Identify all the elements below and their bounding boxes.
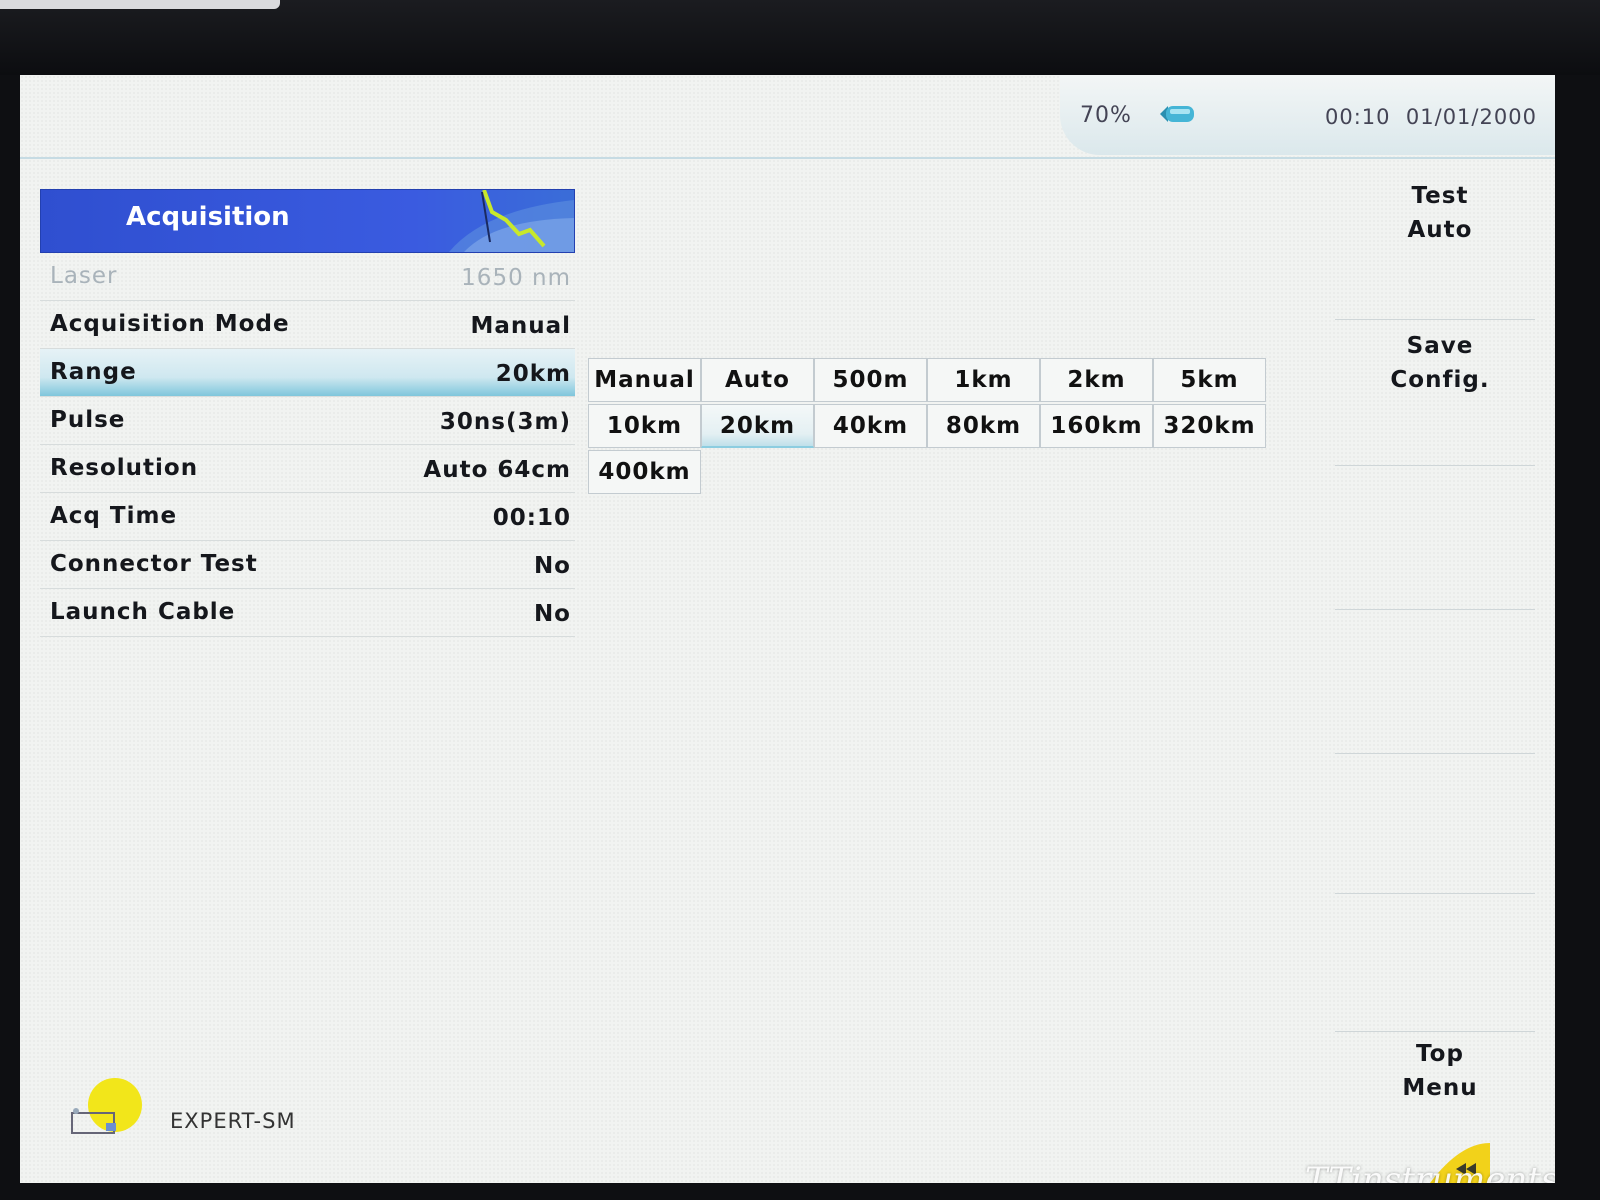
save-config-softkey[interactable]: Save Config. [1335,329,1545,397]
param-value: 1650 nm [461,265,571,291]
softkey-divider [1335,1031,1535,1032]
softkey-column: Test Auto Save Config. Top Menu [1335,157,1555,1183]
device-bezel [0,0,1600,75]
top-menu-softkey[interactable]: Top Menu [1335,1037,1545,1105]
softkey-divider [1335,319,1535,320]
param-label: Pulse [50,407,126,433]
softkey-label: Config. [1390,367,1490,393]
param-row-connector-test[interactable]: Connector Test No [40,541,575,589]
param-label: Connector Test [50,551,258,577]
softkey-divider [1335,753,1535,754]
acquisition-panel: Acquisition Laser 1650 nm Acquisition Mo… [40,189,575,637]
test-auto-softkey[interactable]: Test Auto [1335,179,1545,247]
param-label: Range [50,359,137,385]
clock-time: 00:10 [1325,105,1391,129]
range-option-auto[interactable]: Auto [701,358,814,402]
param-value: No [533,601,571,627]
range-option-320km[interactable]: 320km [1153,404,1266,448]
softkey-divider [1335,465,1535,466]
range-option-5km[interactable]: 5km [1153,358,1266,402]
range-option-20km[interactable]: 20km [701,404,814,448]
softkey-divider [1335,893,1535,894]
param-row-pulse[interactable]: Pulse 30ns(3m) [40,397,575,445]
mode-indicator: EXPERT-SM [60,1103,300,1143]
param-row-acq-time[interactable]: Acq Time 00:10 [40,493,575,541]
watermark: TTinstruments [1305,1160,1555,1183]
range-option-manual[interactable]: Manual [588,358,701,402]
range-option-500m[interactable]: 500m [814,358,927,402]
param-label: Resolution [50,455,199,481]
param-value: No [533,553,571,579]
param-row-resolution[interactable]: Resolution Auto 64cm [40,445,575,493]
range-option-400km[interactable]: 400km [588,450,701,494]
panel-header: Acquisition [40,189,575,253]
range-option-10km[interactable]: 10km [588,404,701,448]
range-option-160km[interactable]: 160km [1040,404,1153,448]
softkey-label: Menu [1402,1075,1478,1101]
range-option-40km[interactable]: 40km [814,404,927,448]
trace-graphic-icon [449,190,574,252]
otdr-screen: 70% 00:10 01/01/2000 Acquisition Laser 1… [20,75,1555,1183]
param-value: 20km [495,361,571,387]
param-row-laser: Laser 1650 nm [40,253,575,301]
softkey-divider [1335,609,1535,610]
range-option-1km[interactable]: 1km [927,358,1040,402]
param-value: Auto 64cm [423,457,571,483]
param-value: 00:10 [492,505,571,531]
param-row-acquisition-mode[interactable]: Acquisition Mode Manual [40,301,575,349]
range-option-80km[interactable]: 80km [927,404,1040,448]
mode-label: EXPERT-SM [170,1109,296,1133]
battery-icon [1160,106,1194,122]
clock: 00:10 01/01/2000 [1325,105,1537,129]
param-row-launch-cable[interactable]: Launch Cable No [40,589,575,637]
panel-title: Acquisition [126,202,290,232]
param-label: Launch Cable [50,599,236,625]
softkey-label: Auto [1407,217,1473,243]
param-label: Acq Time [50,503,178,529]
softkey-label: Top [1416,1041,1464,1067]
param-row-range[interactable]: Range 20km [40,349,575,397]
param-value: 30ns(3m) [439,409,571,435]
bezel-sticker [0,0,280,9]
param-value: Manual [470,313,571,339]
param-label: Acquisition Mode [50,311,290,337]
softkey-label: Save [1406,333,1474,359]
status-bar: 70% 00:10 01/01/2000 [20,75,1555,159]
module-icon [71,1108,116,1134]
clock-date: 01/01/2000 [1405,105,1537,129]
battery-level: 70% [1080,103,1132,128]
param-label: Laser [50,263,118,289]
range-option-2km[interactable]: 2km [1040,358,1153,402]
softkey-label: Test [1411,183,1469,209]
